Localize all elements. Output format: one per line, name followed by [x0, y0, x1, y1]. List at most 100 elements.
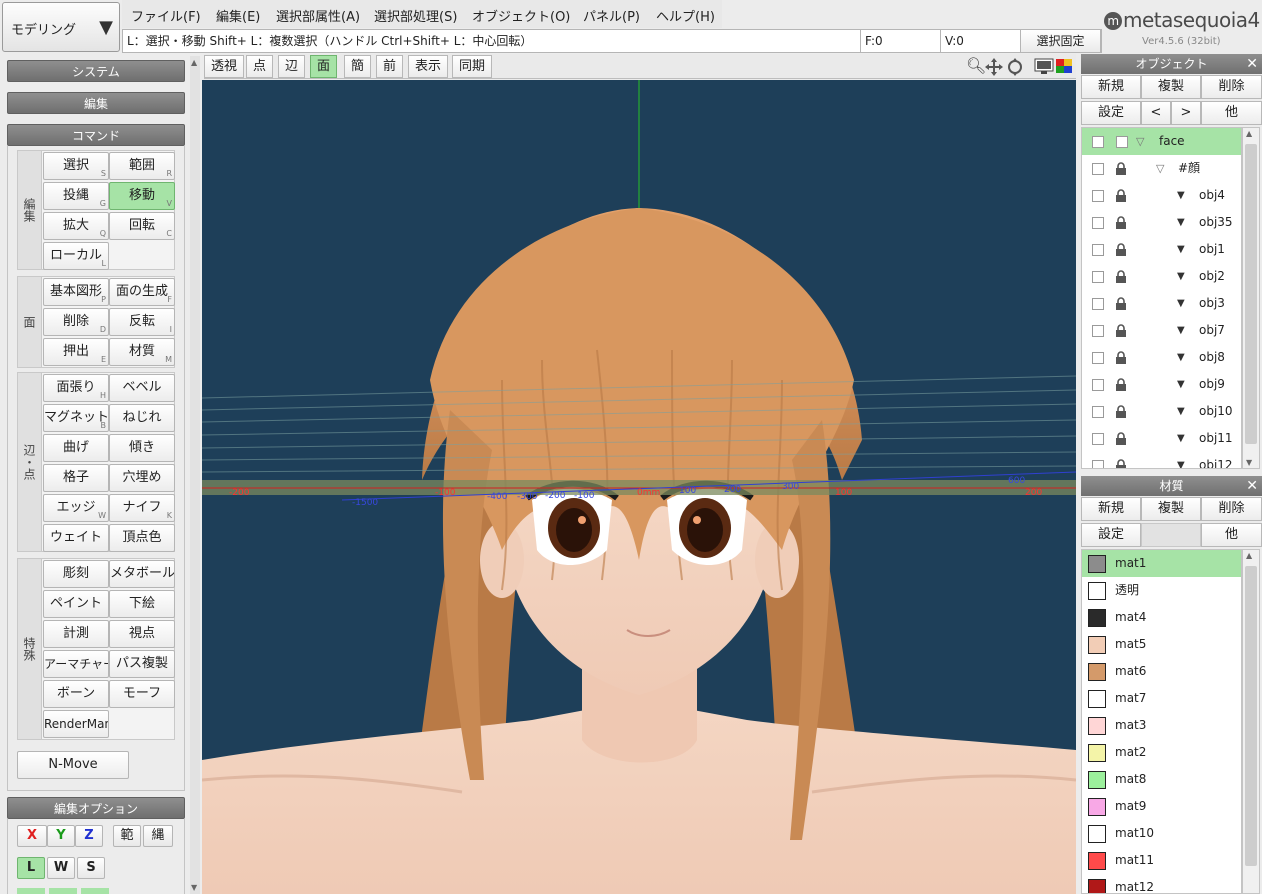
expand-icon[interactable]: ▽ [1136, 128, 1144, 155]
visibility-checkbox[interactable] [1092, 217, 1104, 229]
lock-icon[interactable] [1115, 351, 1127, 364]
edge-button[interactable]: エッジ W [43, 494, 109, 522]
collapse-icon[interactable]: ▼ [1177, 371, 1185, 398]
bevel-button[interactable]: ベベル [109, 374, 175, 402]
lasso-button[interactable]: 投縄 G [43, 182, 109, 210]
sync-button[interactable]: 同期 [452, 55, 493, 78]
scrollbar-thumb[interactable] [1245, 566, 1257, 866]
collapse-icon[interactable]: ▼ [1177, 425, 1185, 452]
local-coord-toggle[interactable]: L [17, 857, 45, 879]
material-row[interactable]: mat10 [1082, 820, 1241, 847]
move-button[interactable]: 移動 V [109, 182, 175, 210]
close-icon[interactable]: ✕ [1246, 54, 1258, 74]
material-row[interactable]: 透明 [1082, 577, 1241, 604]
edit-section-header[interactable]: 編集 [7, 92, 185, 114]
system-section-header[interactable]: システム [7, 60, 185, 82]
world-coord-toggle[interactable]: W [47, 857, 75, 879]
object-list-scrollbar[interactable]: ▲ ▼ [1242, 127, 1260, 469]
menu-file[interactable]: ファイル(F) [131, 6, 201, 25]
visibility-checkbox[interactable] [1092, 136, 1104, 148]
expand-icon[interactable]: ▽ [1156, 155, 1164, 182]
menu-help[interactable]: ヘルプ(H) [656, 6, 715, 25]
visibility-checkbox[interactable] [1092, 379, 1104, 391]
menu-object[interactable]: オブジェクト(O) [472, 6, 570, 25]
lock-icon[interactable] [1115, 459, 1127, 469]
visibility-checkbox[interactable] [1092, 460, 1104, 468]
knife-button[interactable]: ナイフ K [109, 494, 175, 522]
visibility-checkbox[interactable] [1092, 352, 1104, 364]
object-settings-button[interactable]: 設定 [1081, 101, 1141, 125]
lattice-button[interactable]: 格子 [43, 464, 109, 492]
option-toggle-strip[interactable] [81, 888, 109, 894]
material-row[interactable]: mat12 [1082, 874, 1241, 893]
scroll-up-icon[interactable]: ▲ [1246, 129, 1252, 138]
hole-fill-button[interactable]: 穴埋め [109, 464, 175, 492]
lock-icon[interactable] [1115, 270, 1127, 283]
collapse-icon[interactable]: ▼ [1177, 452, 1185, 468]
material-row[interactable]: mat7 [1082, 685, 1241, 712]
material-row[interactable]: mat2 [1082, 739, 1241, 766]
object-prev-button[interactable]: < [1141, 101, 1171, 125]
collapse-icon[interactable]: ▼ [1177, 290, 1185, 317]
object-row[interactable]: ▼ obj8 [1082, 344, 1241, 371]
object-row[interactable]: ▼ obj4 [1082, 182, 1241, 209]
measure-button[interactable]: 計測 [43, 620, 109, 648]
collapse-icon[interactable]: ▼ [1177, 182, 1185, 209]
material-list-scrollbar[interactable]: ▲ [1242, 549, 1260, 894]
viewpoint-button[interactable]: 視点 [109, 620, 175, 648]
edge-mode-button[interactable]: 辺 [278, 55, 306, 78]
face-create-button[interactable]: 面の生成 F [109, 278, 175, 306]
screen-layout-icon[interactable] [1034, 58, 1054, 75]
delete-button[interactable]: 削除 D [43, 308, 109, 336]
3d-viewport[interactable]: -200 -100 0mm 100 200 -1500 -400 -300 -2… [202, 80, 1076, 894]
material-new-button[interactable]: 新規 [1081, 497, 1141, 521]
material-row[interactable]: mat5 [1082, 631, 1241, 658]
visibility-checkbox[interactable] [1092, 406, 1104, 418]
material-row[interactable]: mat3 [1082, 712, 1241, 739]
magnet-button[interactable]: マグネット B [43, 404, 109, 432]
collapse-icon[interactable]: ▼ [1177, 344, 1185, 371]
edit-options-header[interactable]: 編集オプション [7, 797, 185, 819]
lock-icon[interactable] [1115, 189, 1127, 202]
range-button[interactable]: 範囲 R [109, 152, 175, 180]
mode-dropdown[interactable]: モデリング ▼ [2, 2, 120, 52]
visibility-checkbox[interactable] [1092, 163, 1104, 175]
bend-button[interactable]: 曲げ [43, 434, 109, 462]
material-row[interactable]: mat9 [1082, 793, 1241, 820]
axis-z-toggle[interactable]: Z [75, 825, 103, 847]
object-row[interactable]: ▼ obj3 [1082, 290, 1241, 317]
collapse-icon[interactable]: ▼ [1177, 317, 1185, 344]
left-panel-scrollbar[interactable]: ▲ ▼ [190, 56, 200, 894]
collapse-icon[interactable]: ▼ [1177, 263, 1185, 290]
option-toggle-strip[interactable] [49, 888, 77, 894]
lock-icon[interactable] [1115, 297, 1127, 310]
lock-icon[interactable] [1115, 378, 1127, 391]
lasso-option-button[interactable]: 縄 [143, 825, 173, 847]
axis-y-toggle[interactable]: Y [47, 825, 75, 847]
menu-selection-process[interactable]: 選択部処理(S) [374, 6, 457, 25]
screen-coord-toggle[interactable]: S [77, 857, 105, 879]
material-row[interactable]: mat1 [1082, 550, 1241, 577]
object-row-face-group[interactable]: ▽ #顔 [1082, 155, 1241, 182]
material-delete-button[interactable]: 削除 [1201, 497, 1262, 521]
scroll-up-icon[interactable]: ▲ [191, 58, 197, 67]
option-toggle-strip[interactable] [17, 888, 45, 894]
weight-button[interactable]: ウェイト [43, 524, 109, 552]
axis-x-toggle[interactable]: X [17, 825, 47, 847]
object-delete-button[interactable]: 削除 [1201, 75, 1262, 99]
rotate-view-icon[interactable] [1005, 57, 1025, 77]
material-settings-button[interactable]: 設定 [1081, 523, 1141, 547]
visibility-checkbox[interactable] [1092, 433, 1104, 445]
vertex-color-button[interactable]: 頂点色 [109, 524, 175, 552]
collapse-icon[interactable]: ▼ [1177, 398, 1185, 425]
lock-icon[interactable] [1115, 432, 1127, 445]
material-row[interactable]: mat8 [1082, 766, 1241, 793]
material-button[interactable]: 材質 M [109, 338, 175, 366]
face-fill-button[interactable]: 面張り H [43, 374, 109, 402]
front-button[interactable]: 前 [376, 55, 404, 78]
command-section-header[interactable]: コマンド [7, 124, 185, 146]
bone-button[interactable]: ボーン [43, 680, 109, 708]
path-duplicate-button[interactable]: パス複製 [109, 650, 175, 678]
collapse-icon[interactable]: ▼ [1177, 236, 1185, 263]
scroll-down-icon[interactable]: ▼ [1246, 458, 1252, 467]
